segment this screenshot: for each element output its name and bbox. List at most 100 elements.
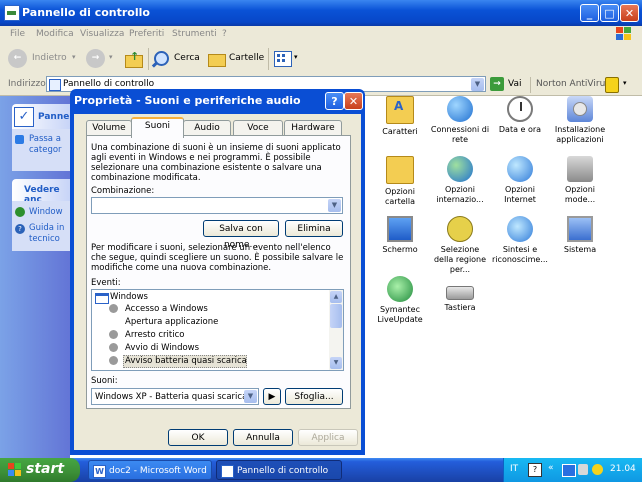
norton-dropdown-icon[interactable]: ▾ (623, 79, 627, 87)
sound-dropdown-button[interactable]: ▼ (244, 390, 257, 403)
event-item[interactable]: Accesso a Windows (125, 304, 208, 314)
control-panel-icon (221, 465, 234, 478)
item-selezione-regione[interactable]: Selezione della regione per... (430, 216, 490, 275)
apply-button[interactable]: Applica (298, 429, 358, 446)
scroll-down-button[interactable]: ▼ (330, 357, 342, 369)
tab-suoni[interactable]: Suoni (131, 117, 184, 138)
event-group-windows[interactable]: Windows (110, 292, 148, 302)
help-icon: ? (15, 224, 25, 234)
windows-update-link[interactable]: Window (29, 207, 63, 217)
save-as-button[interactable]: Salva con nome... (203, 220, 279, 250)
item-symantec-liveupdate[interactable]: Symantec LiveUpdate (370, 276, 430, 325)
toolbar-separator (148, 48, 149, 70)
search-button[interactable]: Cerca (151, 49, 202, 69)
folders-icon (208, 54, 226, 67)
tab-voce[interactable]: Voce (233, 120, 283, 136)
item-schermo[interactable]: Schermo (370, 216, 430, 255)
dialog-help-button[interactable]: ? (325, 92, 344, 110)
menu-help[interactable]: ? (222, 29, 227, 39)
events-list[interactable]: Windows Accesso a Windows Apertura appli… (91, 289, 344, 371)
fonts-folder-icon: A (386, 96, 414, 124)
event-item-selected[interactable]: Avviso batteria quasi scarica (125, 356, 247, 366)
item-opzioni-modem[interactable]: Opzioni mode... (550, 156, 610, 205)
forward-button[interactable]: → ▾ (86, 49, 118, 69)
combination-label: Combinazione: (91, 186, 155, 196)
switch-view-box: Passa a categor (12, 129, 72, 171)
item-opzioni-cartella[interactable]: Opzioni cartella (370, 156, 430, 207)
sound-select[interactable]: Windows XP - Batteria quasi scarica ▼ (91, 388, 259, 405)
play-sound-button[interactable]: ▶ (263, 388, 281, 405)
views-dropdown-icon: ▾ (294, 53, 298, 61)
switch-view-link-cont[interactable]: categor (29, 145, 62, 155)
item-tastiera[interactable]: Tastiera (430, 276, 490, 313)
scroll-thumb[interactable] (330, 304, 342, 328)
browse-button[interactable]: Sfoglia... (285, 388, 343, 405)
left-task-pane: ✓ Pannell Passa a categor Vedere anc Win… (0, 96, 76, 458)
close-button[interactable]: ✕ (620, 4, 639, 22)
clock: 21.04 (610, 464, 636, 474)
menu-modifica[interactable]: Modifica (36, 29, 74, 39)
delete-button[interactable]: Elimina (285, 220, 343, 237)
events-scrollbar[interactable]: ▲ ▼ (329, 290, 343, 370)
forward-dropdown-icon: ▾ (109, 53, 113, 61)
up-folder-button[interactable]: ↑ (124, 50, 143, 68)
taskbar-button-word[interactable]: W doc2 - Microsoft Word (88, 460, 212, 480)
network-tray-icon[interactable] (562, 464, 576, 477)
menu-visualizza[interactable]: Visualizza (80, 29, 124, 39)
sound-speaker-icon (109, 343, 118, 352)
item-sintesi-riconoscimento[interactable]: Sintesi e riconoscime... (490, 216, 550, 265)
taskbar-button-control-panel[interactable]: Pannello di controllo (216, 460, 342, 480)
menu-file[interactable]: File (10, 29, 25, 39)
item-connessioni-di-rete[interactable]: Connessioni di rete (430, 96, 490, 145)
event-item[interactable]: Avvio di Windows (125, 343, 199, 353)
start-button[interactable]: start (0, 458, 80, 482)
toolbar: ← Indietro ▾ → ▾ ↑ Cerca Cartelle ▾ (0, 44, 642, 76)
tab-volume[interactable]: Volume (86, 120, 132, 136)
item-caratteri[interactable]: A Caratteri (370, 96, 430, 137)
play-icon: ▶ (268, 392, 276, 402)
event-item[interactable]: Arresto critico (125, 330, 184, 340)
go-button[interactable]: → Vai (490, 76, 526, 92)
ok-button[interactable]: OK (168, 429, 228, 446)
sound-properties-dialog: Proprietà - Suoni e periferiche audio ? … (70, 89, 365, 455)
dialog-close-button[interactable]: ✕ (344, 92, 363, 110)
event-item[interactable]: Apertura applicazione (125, 317, 218, 327)
address-dropdown-button[interactable]: ▼ (471, 78, 484, 91)
volume-tray-icon[interactable] (578, 464, 588, 475)
folders-button[interactable]: Cartelle (206, 49, 264, 69)
cancel-button[interactable]: Annulla (233, 429, 293, 446)
norton-icon[interactable] (605, 77, 619, 93)
sound-speaker-icon (109, 304, 118, 313)
address-label: Indirizzo (8, 79, 46, 89)
menu-preferiti[interactable]: Preferiti (129, 29, 164, 39)
switch-view-link[interactable]: Passa a (29, 134, 61, 144)
norton-antivirus-label[interactable]: Norton AntiVirus (536, 79, 610, 89)
antivirus-tray-icon[interactable] (592, 464, 603, 475)
item-installazione-applicazioni[interactable]: Installazione applicazioni (550, 96, 610, 145)
forward-arrow-icon: → (86, 49, 105, 68)
item-opzioni-internazionali[interactable]: Opzioni internazio... (430, 156, 490, 205)
back-button[interactable]: ← Indietro ▾ (8, 49, 78, 69)
combination-select[interactable]: ▼ (91, 197, 343, 214)
keyboard-icon (446, 286, 474, 300)
item-sistema[interactable]: Sistema (550, 216, 610, 255)
combination-dropdown-button[interactable]: ▼ (328, 199, 341, 212)
scroll-up-button[interactable]: ▲ (330, 291, 342, 303)
help-tray-icon[interactable]: ? (528, 463, 542, 477)
help-link[interactable]: Guida in (29, 223, 64, 233)
dialog-body: Volume Suoni Audio Voce Hardware Una com… (74, 114, 361, 450)
window-title: Pannello di controllo (22, 6, 150, 19)
maximize-button[interactable]: □ (600, 4, 619, 22)
item-opzioni-internet[interactable]: Opzioni Internet (490, 156, 550, 205)
instructions-text: Per modificare i suoni, selezionare un e… (91, 243, 344, 273)
tab-hardware[interactable]: Hardware (284, 120, 342, 136)
tab-audio[interactable]: Audio (183, 120, 231, 136)
views-button[interactable]: ▾ (274, 51, 302, 69)
language-indicator[interactable]: IT (510, 464, 518, 474)
menu-strumenti[interactable]: Strumenti (172, 29, 217, 39)
tray-chevron-icon[interactable]: « (548, 463, 554, 473)
minimize-button[interactable]: _ (580, 4, 599, 22)
item-data-e-ora[interactable]: Data e ora (490, 96, 550, 135)
windows-group-icon (95, 293, 109, 304)
help-link-cont[interactable]: tecnico (29, 234, 60, 244)
